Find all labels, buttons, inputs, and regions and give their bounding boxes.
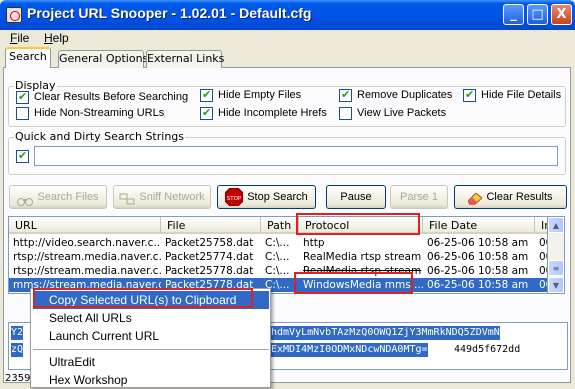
menu-select-all-urls[interactable]: Select All URLs [33, 309, 269, 327]
menu-bar [0, 30, 575, 47]
table-row[interactable]: rtsp://stream.media.naver.c... Packet257… [9, 264, 547, 278]
column-file[interactable]: File [161, 217, 261, 234]
title-bar[interactable]: Project URL Snooper - 1.02.01 - Default.… [0, 0, 575, 30]
stop-search-label: Stop Search [247, 191, 308, 203]
menu-help[interactable]: Help [44, 30, 69, 47]
cell-file: Packet25758.dat [165, 237, 254, 249]
pause-button[interactable]: Pause [326, 185, 386, 209]
quick-search-checkbox[interactable] [16, 149, 29, 163]
search-files-button[interactable]: Search Files [9, 185, 107, 209]
hide-empty-files-checkbox[interactable] [200, 88, 213, 102]
table-row[interactable]: rtsp://stream.media.naver.c... Packet257… [9, 250, 547, 264]
view-live-packets-checkbox[interactable] [339, 107, 352, 120]
cell-protocol: http [303, 237, 325, 249]
text-line-2-start: zQ [11, 343, 24, 357]
menu-hex-workshop[interactable]: Hex Workshop [33, 371, 269, 389]
column-inc[interactable]: Inc [535, 217, 547, 234]
column-file-date[interactable]: File Date [423, 217, 535, 234]
parse-button[interactable]: Parse 1 [390, 185, 448, 209]
cell-inc: 00 [539, 251, 547, 263]
cell-path: C:\... [265, 237, 290, 249]
maximize-button[interactable]: □ [527, 4, 548, 25]
cell-file: Packet25778.dat [165, 265, 254, 277]
cell-url: http://video.search.naver.c... [13, 237, 161, 249]
menu-file[interactable]: File [10, 30, 29, 47]
close-button[interactable]: X [551, 4, 572, 25]
sniff-network-button[interactable]: Sniff Network [113, 185, 211, 209]
sniff-network-label: Sniff Network [139, 191, 205, 203]
window-title: Project URL Snooper - 1.02.01 - Default.… [27, 5, 312, 21]
eraser-icon [467, 191, 484, 206]
tab-search[interactable]: Search [5, 47, 51, 68]
cell-inc: 00 [539, 237, 547, 249]
cell-file: Packet25774.dat [165, 251, 254, 263]
column-path[interactable]: Path [261, 217, 299, 234]
menu-copy-selected-urls[interactable]: Copy Selected URL(s) to Clipboard [33, 291, 269, 309]
quick-search-title: Quick and Dirty Search Strings [14, 130, 186, 143]
remove-duplicates-label: Remove Duplicates [357, 89, 453, 101]
minimize-button[interactable]: _ [503, 4, 524, 25]
text-line-1-start: Y2 [11, 326, 24, 340]
cell-url: rtsp://stream.media.naver.c... [13, 251, 161, 263]
quick-search-input[interactable] [34, 146, 558, 166]
clear-results-button[interactable]: Clear Results [454, 185, 567, 209]
view-live-packets-label: View Live Packets [357, 107, 447, 119]
hide-file-details-checkbox[interactable] [463, 88, 476, 102]
cell-date: 06-25-06 10:58 am [427, 265, 529, 277]
table-vertical-scrollbar[interactable]: ▲ ≡ ▼ [548, 216, 565, 294]
context-menu[interactable]: Copy Selected URL(s) to Clipboard Select… [30, 288, 271, 388]
cell-inc: 00 [539, 279, 547, 291]
hide-non-streaming-label: Hide Non-Streaming URLs [34, 107, 165, 119]
cell-protocol: RealMedia rtsp stream [303, 251, 422, 263]
text-line-2: ExMDI4MzI0ODMxNDcwNDA0MTg= [271, 343, 428, 357]
cell-protocol: WindowsMedia mms ... [303, 279, 423, 291]
cell-path: C:\... [265, 265, 290, 277]
stop-icon-text: STOP [227, 196, 242, 202]
hide-incomplete-hrefs-label: Hide Incomplete Hrefs [218, 107, 327, 119]
app-icon [6, 7, 22, 23]
cell-url: rtsp://stream.media.naver.c... [13, 265, 161, 277]
network-icon [119, 191, 135, 205]
scroll-down-icon[interactable]: ▼ [548, 277, 564, 293]
scroll-thumb[interactable]: ≡ [548, 260, 564, 276]
results-table[interactable]: URL File Path Protocol File Date Inc htt… [8, 216, 548, 294]
cell-inc: 00 [539, 265, 547, 277]
cell-path: C:\... [265, 251, 290, 263]
stop-search-button[interactable]: STOP Stop Search [217, 185, 316, 209]
search-files-label: Search Files [37, 191, 99, 203]
menu-separator [33, 349, 269, 350]
tab-general-options[interactable]: General Options [58, 50, 148, 68]
tab-external-links[interactable]: External Links [146, 50, 224, 68]
clear-results-label: Clear Results [486, 191, 553, 203]
column-url[interactable]: URL [9, 217, 161, 234]
status-count: 2359 [5, 373, 31, 384]
stop-sign-icon: STOP [224, 187, 244, 207]
text-line-1: hdmVyLmNvbTAzMzQ0OWQ1ZjY3MmRkNDQ5ZDVmN [271, 326, 500, 340]
menu-ultraedit[interactable]: UltraEdit [33, 353, 269, 371]
column-protocol[interactable]: Protocol [299, 217, 423, 234]
cell-date: 06-25-06 10:58 am [427, 237, 529, 249]
menu-launch-current-url[interactable]: Launch Current URL [33, 327, 269, 345]
hide-file-details-label: Hide File Details [481, 89, 562, 101]
scroll-up-icon[interactable]: ▲ [548, 217, 564, 233]
clear-results-label: Clear Results Before Searching [34, 91, 189, 103]
remove-duplicates-checkbox[interactable] [339, 88, 352, 102]
hide-empty-files-label: Hide Empty Files [218, 89, 302, 101]
hide-non-streaming-checkbox[interactable] [16, 107, 29, 120]
cell-protocol: RealMedia rtsp stream [303, 265, 422, 277]
binoculars-icon [17, 192, 34, 207]
clear-results-checkbox[interactable] [16, 90, 29, 104]
text-line-2-tail: 449d5f672dd [454, 344, 521, 355]
hide-incomplete-hrefs-checkbox[interactable] [200, 106, 213, 120]
table-row[interactable]: http://video.search.naver.c... Packet257… [9, 236, 547, 250]
cell-date: 06-25-06 10:58 am [427, 279, 529, 291]
cell-date: 06-25-06 10:58 am [427, 251, 529, 263]
